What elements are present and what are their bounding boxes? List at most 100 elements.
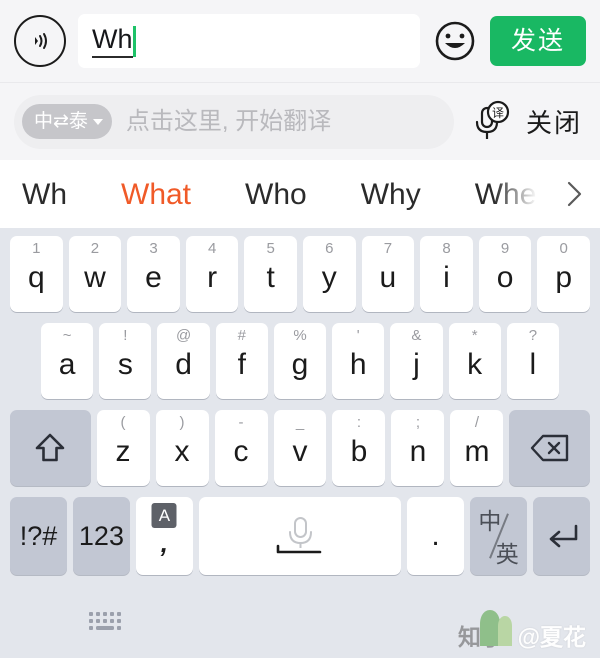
- key-hint: 1: [32, 240, 41, 257]
- key-v[interactable]: _ v: [273, 410, 327, 486]
- key-a[interactable]: ~ a: [41, 323, 94, 399]
- key-y[interactable]: 6y: [303, 236, 356, 312]
- key-label: s: [117, 348, 133, 381]
- suggestion-list[interactable]: Wh What Who Why Where: [0, 177, 600, 212]
- key-c[interactable]: -c: [214, 410, 268, 486]
- virtual-keyboard: 1q 2w 3e 4r 5t 6y 7u 8i 9o 0p ~ a ! s @ d #…: [0, 228, 600, 575]
- language-pair-label: 中⇄泰: [34, 111, 88, 132]
- translate-input-box[interactable]: 中⇄泰 点击这里, 开始翻译: [14, 94, 454, 149]
- keyboard-row-1: 1q 2w 3e 4r 5t 6y 7u 8i 9o 0p: [4, 236, 596, 312]
- mic-space-icon: [276, 517, 322, 554]
- key-g[interactable]: % g: [273, 323, 327, 399]
- key-hint: 2: [90, 240, 100, 257]
- voice-wave-icon: [35, 33, 47, 49]
- suggestion-item-active[interactable]: What: [94, 177, 218, 212]
- chevron-right-icon: [567, 181, 582, 207]
- key-label: w: [84, 261, 106, 294]
- key-label: z: [115, 435, 131, 468]
- cn-en-toggle-icon: 中 英: [470, 497, 527, 575]
- key-label: ,: [160, 528, 169, 558]
- suggestion-item[interactable]: Who: [218, 177, 334, 212]
- composing-text: Wh: [92, 24, 133, 58]
- key-i[interactable]: 8i: [420, 236, 473, 312]
- key-label: q: [27, 261, 45, 294]
- key-label: j: [413, 348, 420, 381]
- message-text-field[interactable]: Wh: [78, 14, 420, 68]
- key-label: h: [349, 348, 367, 381]
- key-j[interactable]: & j: [390, 323, 443, 399]
- key-label: p: [555, 261, 573, 294]
- smiley-face-icon: [435, 21, 475, 61]
- language-toggle-key[interactable]: 中 英: [470, 497, 528, 575]
- key-x[interactable]: ) x: [155, 410, 209, 486]
- period-key[interactable]: .: [407, 497, 465, 575]
- key-label: m: [464, 435, 490, 468]
- key-p[interactable]: 0p: [537, 236, 590, 312]
- mic-translate-icon: 译: [475, 100, 510, 139]
- key-label: e: [145, 261, 162, 294]
- emoji-button[interactable]: [432, 18, 478, 64]
- key-b[interactable]: :b: [332, 410, 386, 486]
- language-pair-selector[interactable]: 中⇄泰: [22, 104, 112, 139]
- enter-return-icon: [549, 524, 577, 548]
- key-label: l: [529, 348, 537, 381]
- key-m[interactable]: / m: [450, 410, 504, 486]
- voice-input-button[interactable]: [14, 15, 66, 67]
- chevron-down-icon: [92, 118, 103, 125]
- key-e[interactable]: 3e: [127, 236, 180, 312]
- numbers-key[interactable]: 123: [72, 497, 130, 575]
- suggestion-item[interactable]: Why: [334, 177, 448, 212]
- key-u[interactable]: 7u: [361, 236, 415, 312]
- key-f[interactable]: # f: [215, 323, 268, 399]
- key-label: n: [409, 435, 427, 468]
- text-caret: [132, 25, 136, 57]
- key-hint: 9: [500, 240, 510, 257]
- key-t[interactable]: 5t: [244, 236, 297, 312]
- translate-placeholder: 点击这里, 开始翻译: [125, 107, 332, 135]
- key-n[interactable]: ; n: [391, 410, 445, 486]
- key-label: x: [174, 435, 190, 468]
- space-key[interactable]: [198, 497, 402, 575]
- key-k[interactable]: * k: [448, 323, 501, 399]
- message-input-bar: Wh 发送: [0, 0, 600, 82]
- key-hint: !: [123, 327, 128, 344]
- key-hint: (: [120, 414, 126, 431]
- key-hint: ): [179, 414, 185, 431]
- close-translate-button[interactable]: 关闭: [526, 103, 586, 140]
- key-hint: &: [411, 327, 422, 344]
- key-hint: ?: [528, 327, 538, 344]
- key-z[interactable]: (z: [96, 410, 150, 486]
- shift-arrow-icon: [35, 433, 65, 462]
- suggestion-item[interactable]: Wh: [22, 177, 94, 212]
- key-h[interactable]: ' h: [332, 323, 385, 399]
- key-label: o: [496, 261, 514, 294]
- send-button[interactable]: 发送: [489, 16, 586, 66]
- key-l[interactable]: ? l: [506, 323, 559, 399]
- caps-indicator-badge: A: [151, 503, 177, 528]
- suggestion-bar: Wh What Who Why Where: [0, 160, 600, 228]
- keyboard-dismiss-button[interactable]: [86, 608, 126, 636]
- key-hint: @: [175, 327, 192, 344]
- comma-key[interactable]: A ,: [135, 497, 193, 575]
- keyboard-row-3: (z ) x -c _ v :b ; n / m: [4, 410, 596, 486]
- key-label: g: [291, 348, 309, 381]
- lang-toggle-cn: 中: [478, 508, 502, 534]
- key-s[interactable]: ! s: [99, 323, 152, 399]
- key-d[interactable]: @ d: [157, 323, 210, 399]
- key-o[interactable]: 9o: [478, 236, 532, 312]
- key-r[interactable]: 4r: [185, 236, 239, 312]
- key-hint: 0: [559, 240, 568, 257]
- key-q[interactable]: 1q: [10, 236, 63, 312]
- enter-key[interactable]: [533, 497, 591, 575]
- mic-translate-button[interactable]: 译: [464, 96, 516, 148]
- key-label: v: [292, 435, 308, 468]
- key-hint: 4: [207, 240, 217, 257]
- shift-key[interactable]: [10, 410, 91, 486]
- key-w[interactable]: 2w: [68, 236, 122, 312]
- expand-suggestions-button[interactable]: [548, 160, 600, 228]
- key-hint: 7: [383, 240, 393, 257]
- symbols-key[interactable]: !?#: [9, 497, 67, 575]
- backspace-key[interactable]: [509, 410, 590, 486]
- keyboard-dismiss-icon: [89, 612, 121, 630]
- key-label: d: [175, 348, 192, 381]
